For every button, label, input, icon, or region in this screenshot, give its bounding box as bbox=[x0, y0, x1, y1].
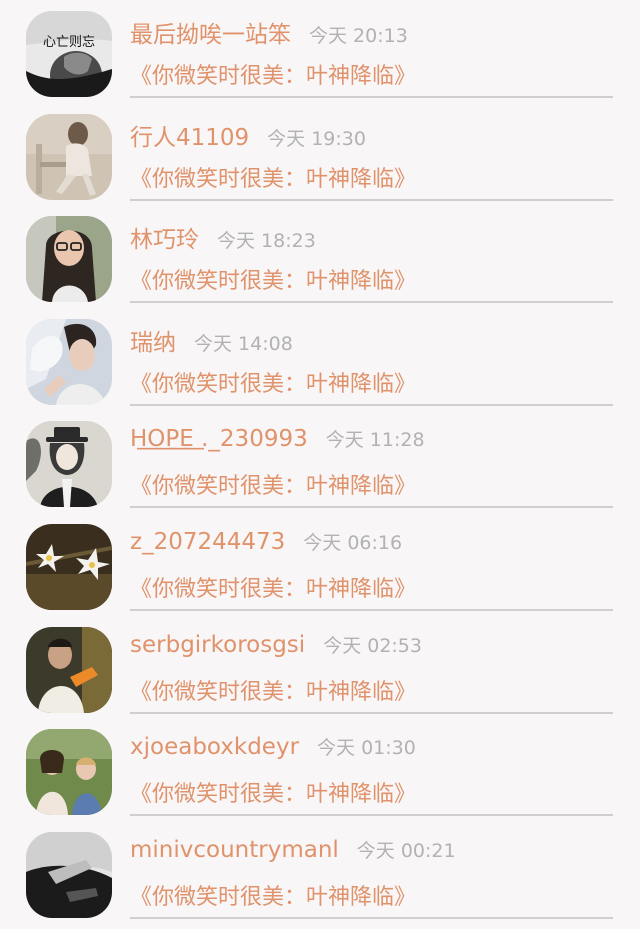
divider bbox=[130, 96, 613, 98]
conversation-row[interactable]: serbgirkorosgsi 今天 02:53 《你微笑时很美：叶神降临》 bbox=[0, 616, 640, 719]
conversation-list: 心亡则忘 最后拗唉一站笨 今天 20:13 《你微笑时很美：叶神降临》 行人41… bbox=[0, 0, 640, 923]
avatar[interactable] bbox=[26, 421, 112, 508]
avatar-white-flowers-image bbox=[26, 523, 112, 610]
message-preview: 《你微笑时很美：叶神降临》 bbox=[130, 64, 417, 89]
divider bbox=[130, 608, 613, 611]
avatar[interactable] bbox=[26, 523, 112, 610]
conversation-row[interactable]: xjoeaboxkdeyr 今天 01:30 《你微笑时很美：叶神降临》 bbox=[0, 718, 640, 821]
contact-name: minivcountrymanl bbox=[130, 836, 339, 863]
divider bbox=[130, 198, 613, 201]
message-preview: 《你微笑时很美：叶神降临》 bbox=[130, 166, 417, 192]
avatar-bw-portrait-image: 心亡则忘 bbox=[26, 11, 112, 97]
contact-name: 最后拗唉一站笨 bbox=[130, 22, 291, 48]
avatar[interactable] bbox=[26, 729, 112, 816]
avatar-sepia-chair-image bbox=[26, 113, 112, 200]
avatar-two-children-image bbox=[26, 729, 112, 816]
message-preview: 《你微笑时很美：叶神降临》 bbox=[130, 474, 417, 500]
conversation-row[interactable]: minivcountrymanl 今天 00:21 《你微笑时很美：叶神降临》 bbox=[0, 821, 640, 924]
message-time: 今天 00:21 bbox=[356, 839, 456, 862]
avatar-dark-hand-image bbox=[26, 831, 112, 918]
avatar-anime-detective-image bbox=[26, 421, 112, 508]
conversation-row[interactable]: 心亡则忘 最后拗唉一站笨 今天 20:13 《你微笑时很美：叶神降临》 bbox=[0, 0, 640, 103]
contact-name: H͟O͟P͟E͟ ._230993 bbox=[130, 426, 308, 453]
avatar[interactable] bbox=[26, 318, 112, 405]
message-time: 今天 20:13 bbox=[309, 25, 408, 47]
contact-name: serbgirkorosgsi bbox=[130, 631, 306, 658]
avatar-text: 心亡则忘 bbox=[43, 35, 95, 50]
contact-name: 瑞纳 bbox=[130, 329, 176, 356]
conversation-row[interactable]: 行人41109 今天 19:30 《你微笑时很美：叶神降临》 bbox=[0, 103, 640, 206]
message-time: 今天 02:53 bbox=[323, 634, 422, 657]
message-time: 今天 14:08 bbox=[194, 332, 293, 355]
contact-name: z_207244473 bbox=[130, 528, 286, 555]
avatar[interactable] bbox=[26, 216, 112, 303]
avatar[interactable] bbox=[26, 626, 112, 713]
message-preview: 《你微笑时很美：叶神降临》 bbox=[130, 371, 417, 397]
divider bbox=[130, 916, 613, 919]
conversation-row[interactable]: 瑞纳 今天 14:08 《你微笑时很美：叶神降临》 bbox=[0, 308, 640, 411]
avatar[interactable] bbox=[26, 113, 112, 200]
avatar-orange-man-image bbox=[26, 626, 112, 713]
message-time: 今天 06:16 bbox=[303, 531, 403, 554]
conversation-row[interactable]: z_207244473 今天 06:16 《你微笑时很美：叶神降临》 bbox=[0, 513, 640, 616]
avatar[interactable] bbox=[26, 831, 112, 918]
divider bbox=[130, 301, 613, 304]
contact-name: 林巧玲 bbox=[130, 227, 199, 254]
message-preview: 《你微笑时很美：叶神降临》 bbox=[130, 269, 417, 295]
avatar-glasses-woman-image bbox=[26, 216, 112, 303]
divider bbox=[130, 403, 613, 406]
conversation-row[interactable]: H͟O͟P͟E͟ ._230993 今天 11:28 《你微笑时很美：叶神降临》 bbox=[0, 410, 640, 513]
message-time: 今天 01:30 bbox=[317, 737, 416, 760]
message-preview: 《你微笑时很美：叶神降临》 bbox=[130, 782, 417, 808]
message-preview: 《你微笑时很美：叶神降临》 bbox=[130, 884, 417, 910]
message-preview: 《你微笑时很美：叶神降临》 bbox=[130, 679, 417, 705]
conversation-row[interactable]: 林巧玲 今天 18:23 《你微笑时很美：叶神降临》 bbox=[0, 205, 640, 308]
avatar[interactable]: 心亡则忘 bbox=[26, 11, 112, 97]
divider bbox=[130, 506, 613, 509]
contact-name: xjoeaboxkdeyr bbox=[130, 734, 300, 761]
message-time: 今天 11:28 bbox=[325, 429, 425, 452]
divider bbox=[130, 814, 613, 817]
message-time: 今天 19:30 bbox=[267, 127, 366, 150]
message-preview: 《你微笑时很美：叶神降临》 bbox=[130, 576, 417, 602]
contact-name: 行人41109 bbox=[130, 124, 250, 151]
divider bbox=[130, 711, 613, 714]
avatar-feather-man-image bbox=[26, 318, 112, 405]
message-time: 今天 18:23 bbox=[217, 230, 316, 253]
